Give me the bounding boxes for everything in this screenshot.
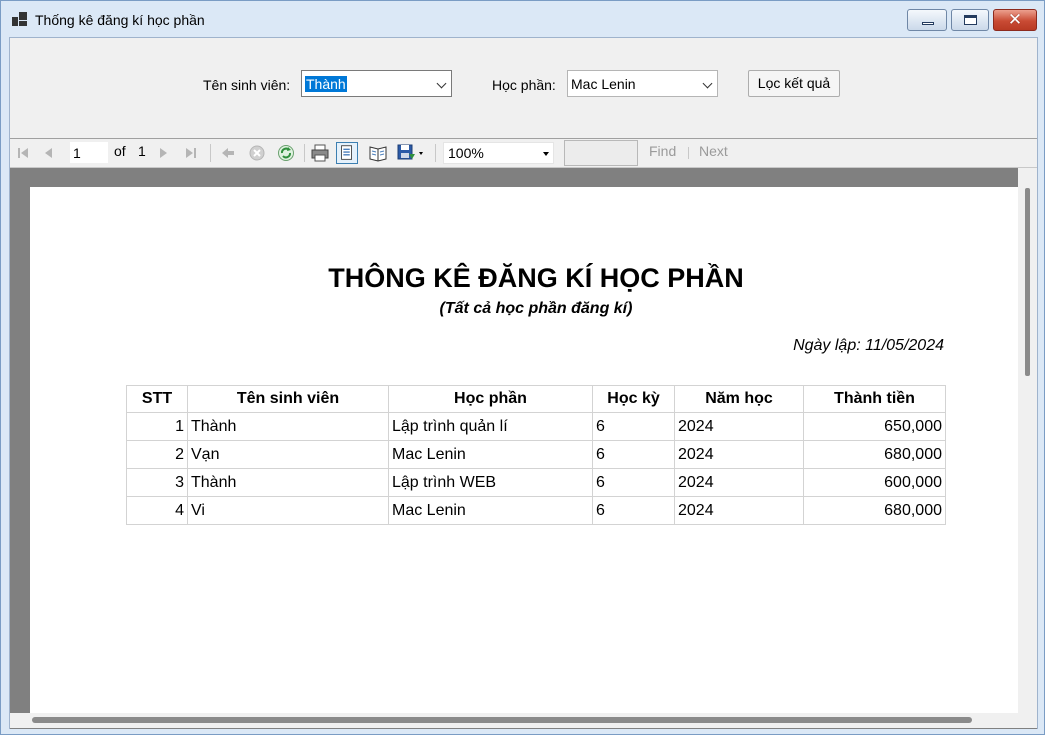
cell-semester: 6 <box>592 496 675 525</box>
filter-results-button[interactable]: Lọc kết quả <box>748 70 840 97</box>
table-row: 2 Vạn Mac Lenin 6 2024 680,000 <box>126 440 946 469</box>
back-icon[interactable] <box>217 142 239 164</box>
find-next-link[interactable]: Next <box>699 143 728 163</box>
cell-amount: 600,000 <box>803 468 946 497</box>
app-icon <box>12 12 28 26</box>
toolbar-separator <box>304 144 305 162</box>
export-icon[interactable] <box>395 142 427 164</box>
toolbar-separator <box>435 144 436 162</box>
column-header-year: Năm học <box>674 385 804 413</box>
cell-year: 2024 <box>674 412 804 441</box>
chevron-down-icon <box>702 78 713 89</box>
zoom-select[interactable]: 100% <box>443 142 554 164</box>
cell-student: Thành <box>187 468 389 497</box>
course-filter-label: Học phần: <box>492 77 556 93</box>
maximize-icon <box>964 15 977 25</box>
next-page-icon[interactable] <box>152 142 174 164</box>
cell-amount: 650,000 <box>803 412 946 441</box>
column-header-amount: Thành tiền <box>803 385 946 413</box>
current-page-input[interactable]: 1 <box>70 142 108 163</box>
cell-course: Mac Lenin <box>388 496 593 525</box>
stop-icon[interactable] <box>246 142 268 164</box>
close-button[interactable]: ✕ <box>993 9 1037 31</box>
cell-semester: 6 <box>592 468 675 497</box>
report-viewer: 1 of 1 100% Find Next THÔNG KÊ ĐĂNG KÍ H… <box>10 138 1037 729</box>
course-combobox[interactable]: Mac Lenin <box>567 70 718 97</box>
cell-stt: 1 <box>126 412 188 441</box>
cell-amount: 680,000 <box>803 496 946 525</box>
column-header-course: Học phần <box>388 385 593 413</box>
page-setup-icon[interactable] <box>367 142 389 164</box>
page-of-label: of <box>114 143 126 159</box>
column-header-stt: STT <box>126 385 188 413</box>
cell-course: Lập trình quản lí <box>388 412 593 441</box>
title-bar: Thống kê đăng kí học phần ✕ <box>1 1 1044 37</box>
close-icon: ✕ <box>1007 10 1023 30</box>
vertical-scrollbar[interactable] <box>1018 168 1037 713</box>
horizontal-scrollbar[interactable] <box>10 713 1037 728</box>
minimize-button[interactable] <box>907 9 947 31</box>
report-table: STT Tên sinh viên Học phần Học kỳ Năm họ… <box>126 385 946 525</box>
first-page-icon[interactable] <box>12 142 34 164</box>
horizontal-scrollbar-thumb[interactable] <box>32 717 972 723</box>
cell-stt: 3 <box>126 468 188 497</box>
cell-course: Lập trình WEB <box>388 468 593 497</box>
report-title: THÔNG KÊ ĐĂNG KÍ HỌC PHẦN <box>328 263 744 293</box>
cell-semester: 6 <box>592 440 675 469</box>
table-row: 3 Thành Lập trình WEB 6 2024 600,000 <box>126 468 946 497</box>
toolbar-separator <box>210 144 211 162</box>
cell-student: Vạn <box>187 440 389 469</box>
cell-stt: 2 <box>126 440 188 469</box>
table-row: 1 Thành Lập trình quản lí 6 2024 650,000 <box>126 412 946 441</box>
table-header-row: STT Tên sinh viên Học phần Học kỳ Năm họ… <box>126 385 946 413</box>
student-filter-label: Tên sinh viên: <box>203 77 291 93</box>
cell-year: 2024 <box>674 440 804 469</box>
student-combobox-value: Thành <box>305 76 347 92</box>
page-total: 1 <box>138 143 146 159</box>
previous-page-icon[interactable] <box>38 142 60 164</box>
cell-stt: 4 <box>126 496 188 525</box>
window-title: Thống kê đăng kí học phần <box>35 12 205 28</box>
dropdown-arrow-icon <box>543 152 549 156</box>
zoom-value: 100% <box>448 145 484 161</box>
maximize-button[interactable] <box>951 9 989 31</box>
refresh-icon[interactable] <box>275 142 297 164</box>
report-page: THÔNG KÊ ĐĂNG KÍ HỌC PHẦN (Tất cả học ph… <box>30 187 1018 717</box>
column-header-student: Tên sinh viên <box>187 385 389 413</box>
minimize-icon <box>922 22 934 25</box>
vertical-scrollbar-thumb[interactable] <box>1025 188 1030 376</box>
cell-amount: 680,000 <box>803 440 946 469</box>
student-combobox[interactable]: Thành <box>301 70 452 97</box>
find-input[interactable] <box>564 140 638 166</box>
cell-year: 2024 <box>674 496 804 525</box>
report-toolbar: 1 of 1 100% Find Next <box>10 139 1037 168</box>
cell-year: 2024 <box>674 468 804 497</box>
cell-student: Thành <box>187 412 389 441</box>
report-subtitle: (Tất cả học phần đăng kí) <box>439 300 633 317</box>
column-header-semester: Học kỳ <box>592 385 675 413</box>
report-date: Ngày lập: 11/05/2024 <box>793 337 944 354</box>
main-window: Thống kê đăng kí học phần ✕ Tên sinh viê… <box>0 0 1045 735</box>
print-layout-icon[interactable] <box>336 142 358 164</box>
cell-semester: 6 <box>592 412 675 441</box>
cell-course: Mac Lenin <box>388 440 593 469</box>
cell-student: Vi <box>187 496 389 525</box>
table-row: 4 Vi Mac Lenin 6 2024 680,000 <box>126 496 946 525</box>
print-icon[interactable] <box>309 142 331 164</box>
course-combobox-value: Mac Lenin <box>571 76 636 92</box>
chevron-down-icon <box>436 78 447 89</box>
toolbar-separator <box>688 147 689 159</box>
last-page-icon[interactable] <box>180 142 202 164</box>
client-area: Tên sinh viên: Thành Học phần: Mac Lenin… <box>9 37 1038 729</box>
find-link[interactable]: Find <box>649 143 676 163</box>
